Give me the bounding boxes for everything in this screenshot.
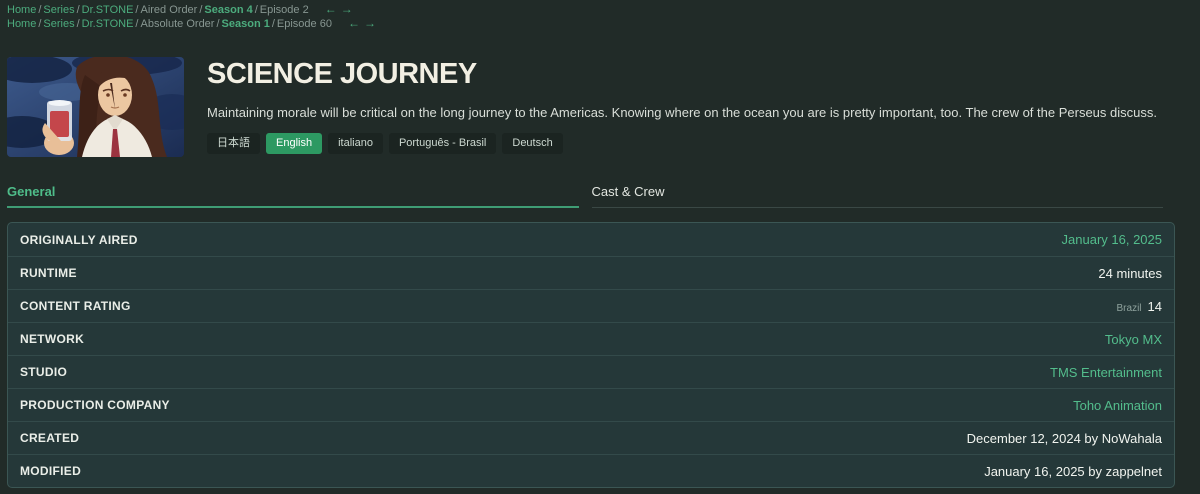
breadcrumb-order-label: Aired Order [140, 4, 198, 16]
breadcrumb-absolute-order: Home / Series / Dr.STONE / Absolute Order / Seas… [7, 17, 1200, 31]
created-value: December 12, 2024 by NoWahala [966, 430, 1162, 446]
table-row-runtime: RUNTIME 24 minutes [8, 256, 1174, 289]
table-row-content-rating: CONTENT RATING Brazil 14 [8, 289, 1174, 322]
row-label: NETWORK [20, 332, 85, 346]
breadcrumbs: Home / Series / Dr.STONE / Aired Order / Season … [0, 0, 1200, 31]
breadcrumb-show-link[interactable]: Dr.STONE [82, 18, 134, 30]
production-company-value-link[interactable]: Toho Animation [1073, 398, 1162, 413]
breadcrumb-separator: / [76, 4, 80, 16]
row-label: CREATED [20, 431, 80, 445]
breadcrumb-separator: / [38, 18, 42, 30]
tab-general[interactable]: General [7, 184, 579, 208]
network-value-link[interactable]: Tokyo MX [1105, 332, 1162, 347]
breadcrumb-separator: / [199, 4, 203, 16]
language-button-english[interactable]: English [266, 133, 323, 154]
language-selector: 日本語 English italiano Português - Brasil … [207, 133, 1200, 154]
breadcrumb-home-link[interactable]: Home [7, 18, 36, 30]
language-button-japanese[interactable]: 日本語 [207, 133, 260, 154]
row-label: RUNTIME [20, 266, 77, 280]
tab-bar: General Cast & Crew [7, 184, 1163, 208]
rating-country-label: Brazil [1116, 302, 1142, 314]
rating-value: 14 [1147, 298, 1162, 314]
breadcrumb-separator: / [76, 18, 80, 30]
breadcrumb-episode-label: Episode 2 [259, 4, 309, 16]
breadcrumb-show-link[interactable]: Dr.STONE [82, 4, 134, 16]
next-episode-arrow-icon[interactable]: → [364, 16, 376, 30]
breadcrumb-separator: / [271, 18, 275, 30]
row-label: PRODUCTION COMPANY [20, 398, 170, 412]
table-row-studio: STUDIO TMS Entertainment [8, 355, 1174, 388]
content-rating-value: Brazil 14 [1117, 299, 1162, 314]
breadcrumb-episode-label: Episode 60 [276, 18, 332, 30]
episode-nav-arrows: ← → [321, 2, 353, 16]
episode-thumbnail[interactable] [7, 57, 184, 157]
studio-value-link[interactable]: TMS Entertainment [1050, 365, 1162, 380]
next-episode-arrow-icon[interactable]: → [341, 2, 353, 16]
breadcrumb-season-link[interactable]: Season 4 [204, 4, 252, 16]
row-label: CONTENT RATING [20, 299, 131, 313]
prev-episode-arrow-icon[interactable]: ← [325, 2, 337, 16]
table-row-network: NETWORK Tokyo MX [8, 322, 1174, 355]
table-row-production-company: PRODUCTION COMPANY Toho Animation [8, 388, 1174, 421]
breadcrumb-series-link[interactable]: Series [43, 18, 74, 30]
modified-value: January 16, 2025 by zappelnet [984, 463, 1162, 479]
breadcrumb-separator: / [216, 18, 220, 30]
row-label: STUDIO [20, 365, 68, 379]
breadcrumb-separator: / [135, 18, 139, 30]
prev-episode-arrow-icon[interactable]: ← [348, 16, 360, 30]
language-button-portuguese-brazil[interactable]: Português - Brasil [388, 133, 497, 154]
breadcrumb-home-link[interactable]: Home [7, 4, 36, 16]
language-button-german[interactable]: Deutsch [502, 133, 563, 154]
runtime-value: 24 minutes [1098, 265, 1162, 281]
originally-aired-value-link[interactable]: January 16, 2025 [1062, 232, 1162, 247]
episode-overview: Maintaining morale will be critical on t… [207, 105, 1157, 120]
episode-header: SCIENCE JOURNEY Maintaining morale will … [7, 57, 1200, 157]
breadcrumb-separator: / [135, 4, 139, 16]
row-label: ORIGINALLY AIRED [20, 232, 138, 247]
breadcrumb-aired-order: Home / Series / Dr.STONE / Aired Order / Season … [7, 3, 1200, 17]
tab-cast-crew[interactable]: Cast & Crew [591, 184, 1163, 208]
table-row-modified: MODIFIED January 16, 2025 by zappelnet [8, 454, 1174, 487]
language-button-italian[interactable]: italiano [328, 133, 383, 154]
table-row-created: CREATED December 12, 2024 by NoWahala [8, 421, 1174, 454]
breadcrumb-season-link[interactable]: Season 1 [222, 18, 270, 30]
breadcrumb-separator: / [254, 4, 258, 16]
episode-nav-arrows: ← → [344, 16, 376, 30]
breadcrumb-order-label: Absolute Order [140, 18, 215, 30]
breadcrumb-separator: / [38, 4, 42, 16]
breadcrumb-series-link[interactable]: Series [43, 4, 74, 16]
row-label: MODIFIED [20, 464, 82, 478]
episode-title: SCIENCE JOURNEY [207, 58, 477, 90]
table-row-originally-aired: ORIGINALLY AIRED January 16, 2025 [8, 223, 1174, 256]
episode-info: SCIENCE JOURNEY Maintaining morale will … [207, 57, 1200, 157]
episode-details-table: ORIGINALLY AIRED January 16, 2025 RUNTIM… [7, 222, 1175, 488]
